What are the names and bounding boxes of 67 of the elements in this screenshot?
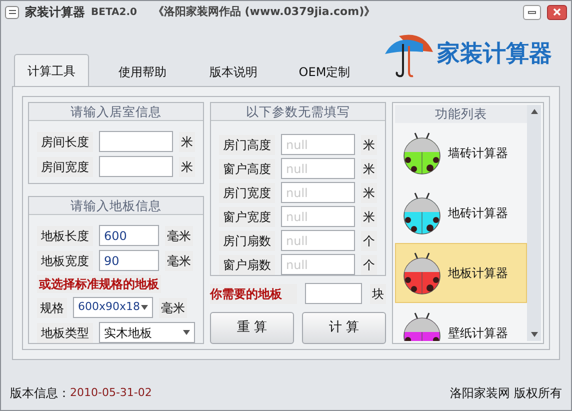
spec-dropdown[interactable]: 600x90x18 — [73, 297, 153, 318]
window-title: 家装计算器 — [25, 4, 85, 21]
item-label: 壁纸计算器 — [448, 325, 508, 341]
unit-label: 个 — [361, 230, 377, 250]
field-label: 地板类型 — [37, 322, 93, 342]
unit-label: 米 — [361, 206, 377, 226]
item-label: 地板计算器 — [448, 265, 508, 282]
list-item[interactable]: 墙砖计算器 — [395, 123, 527, 183]
scrollbar[interactable] — [527, 105, 541, 341]
type-dropdown[interactable]: 实木地板 — [99, 322, 195, 343]
list-item[interactable]: 地板计算器 — [395, 243, 527, 303]
scroll-down-icon[interactable] — [530, 332, 538, 337]
hint-text: 或选择标准规格的地板 — [37, 275, 161, 293]
close-button[interactable] — [547, 4, 567, 20]
tab[interactable]: 版本说明 — [196, 58, 271, 86]
field-label: 房间宽度 — [37, 156, 93, 176]
unit-label: 块 — [370, 284, 386, 304]
unit-label: 毫米 — [165, 226, 193, 246]
input-field[interactable] — [99, 156, 173, 177]
unit-label: 米 — [179, 156, 195, 176]
logo-text: 家装计算器 — [437, 40, 552, 69]
field-label: 窗户扇数 — [219, 254, 275, 274]
field-label: 房门扇数 — [219, 230, 275, 250]
input-field[interactable] — [305, 283, 362, 304]
input-field[interactable] — [99, 131, 173, 152]
dropdown-arrow-icon — [141, 305, 148, 310]
item-label: 地砖计算器 — [448, 205, 508, 222]
unit-label: 毫米 — [165, 250, 193, 270]
field-label: 窗户宽度 — [219, 206, 275, 226]
unit-label: 米 — [361, 134, 377, 154]
field-label: 地板宽度 — [37, 250, 93, 270]
scroll-up-icon[interactable] — [530, 109, 538, 114]
field-label: 房门高度 — [219, 134, 275, 154]
tab[interactable]: 使用帮助 — [105, 58, 180, 86]
dropdown-arrow-icon — [183, 330, 190, 335]
unit-label: 米 — [179, 132, 195, 152]
field-label: 房间长度 — [37, 132, 93, 152]
version-label: BETA2.0 — [91, 6, 137, 20]
list-item[interactable]: 地砖计算器 — [395, 183, 527, 243]
tab[interactable]: OEM定制 — [287, 58, 362, 86]
group-title: 请输入居室信息 — [29, 103, 203, 121]
unit-label: 毫米 — [159, 298, 187, 318]
action-button[interactable]: 计 算 — [302, 312, 386, 344]
result-label: 你需要的地板 — [210, 284, 297, 304]
field-label: 地板长度 — [37, 226, 93, 246]
unit-label: 米 — [361, 182, 377, 202]
menu-icon[interactable] — [5, 6, 19, 18]
group-title: 以下参数无需填写 — [211, 103, 385, 121]
item-label: 墙砖计算器 — [448, 145, 508, 162]
window-subtitle: 《洛阳家装网作品 (www.0379jia.com)》 — [152, 4, 376, 20]
unit-label: 个 — [361, 254, 377, 274]
list-title: 功能列表 — [395, 105, 527, 123]
version-date: 2010-05-31-02 — [70, 384, 152, 401]
field-label: 窗户高度 — [219, 158, 275, 178]
minimize-button[interactable] — [523, 4, 541, 20]
field-label: 规格 — [37, 298, 67, 318]
input-field[interactable]: 600 — [99, 225, 159, 246]
group-title: 请输入地板信息 — [29, 197, 203, 215]
version-info-label: 版本信息： — [10, 385, 70, 402]
copyright-text: 洛阳家装网 版权所有 — [450, 385, 562, 402]
list-item[interactable]: 壁纸计算器 — [395, 303, 527, 341]
input-field[interactable]: 90 — [99, 250, 159, 271]
unit-label: 米 — [361, 158, 377, 178]
close-icon — [553, 8, 561, 16]
action-button[interactable]: 重 算 — [210, 312, 294, 344]
tab[interactable]: 计算工具 — [14, 54, 89, 86]
field-label: 房门宽度 — [219, 182, 275, 202]
